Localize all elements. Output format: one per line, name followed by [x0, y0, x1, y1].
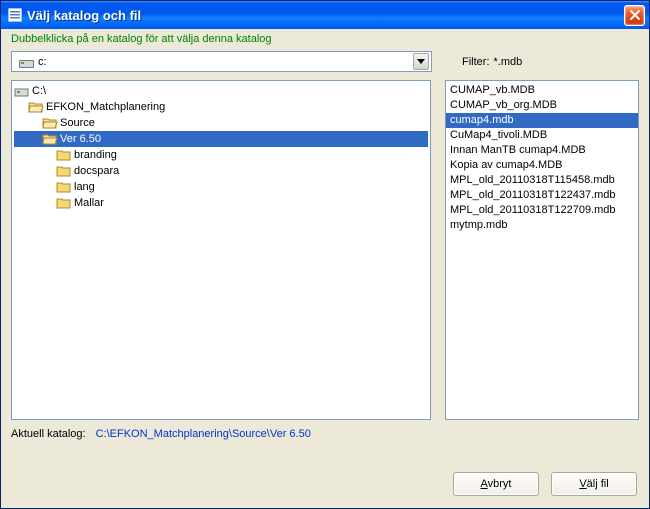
- current-path-value: C:\EFKON_Matchplanering\Source\Ver 6.50: [96, 428, 311, 440]
- drive-row: c: Filter: *.mdb: [11, 51, 639, 72]
- drive-label: c:: [38, 56, 47, 68]
- file-item[interactable]: Innan ManTB cumap4.MDB: [446, 143, 638, 158]
- tree-item[interactable]: branding: [14, 147, 428, 163]
- file-item[interactable]: MPL_old_20110318T122709.mdb: [446, 203, 638, 218]
- file-item[interactable]: mytmp.mdb: [446, 218, 638, 233]
- ok-button-label: Välj fil: [579, 478, 608, 490]
- folder-closed-icon: [56, 196, 72, 210]
- tree-item[interactable]: EFKON_Matchplanering: [14, 99, 428, 115]
- current-path-label: Aktuell katalog:: [11, 428, 86, 440]
- drive-select[interactable]: c:: [11, 51, 432, 72]
- file-list[interactable]: CUMAP_vb.MDBCUMAP_vb_org.MDBcumap4.mdbCu…: [445, 80, 639, 420]
- folder-closed-icon: [56, 180, 72, 194]
- file-item[interactable]: CuMap4_tivoli.MDB: [446, 128, 638, 143]
- file-item[interactable]: cumap4.mdb: [446, 113, 638, 128]
- filter-area: Filter: *.mdb: [462, 56, 522, 68]
- tree-item[interactable]: C:\: [14, 83, 428, 99]
- file-item[interactable]: CUMAP_vb_org.MDB: [446, 98, 638, 113]
- file-item[interactable]: MPL_old_20110318T115458.mdb: [446, 173, 638, 188]
- tree-item-label: EFKON_Matchplanering: [46, 99, 165, 115]
- drive-icon: [18, 56, 34, 68]
- chevron-down-icon: [417, 59, 425, 65]
- tree-item[interactable]: Mallar: [14, 195, 428, 211]
- app-icon: [7, 7, 23, 23]
- tree-item[interactable]: Ver 6.50: [14, 131, 428, 147]
- tree-item-label: Mallar: [74, 195, 104, 211]
- window-title: Välj katalog och fil: [27, 8, 624, 23]
- current-path-row: Aktuell katalog: C:\EFKON_Matchplanering…: [11, 420, 639, 452]
- file-item[interactable]: MPL_old_20110318T122437.mdb: [446, 188, 638, 203]
- cancel-button[interactable]: Avbryt: [453, 472, 539, 496]
- folder-tree[interactable]: C:\EFKON_MatchplaneringSourceVer 6.50bra…: [11, 80, 431, 420]
- folder-open-icon: [42, 116, 58, 130]
- tree-item[interactable]: docspara: [14, 163, 428, 179]
- client-area: Dubbelklicka på en katalog för att välja…: [1, 29, 649, 508]
- filter-value: *.mdb: [494, 56, 523, 68]
- folder-open-icon: [28, 100, 44, 114]
- tree-item-label: lang: [74, 179, 95, 195]
- close-button[interactable]: [624, 5, 645, 26]
- file-item[interactable]: Kopia av cumap4.MDB: [446, 158, 638, 173]
- tree-item[interactable]: lang: [14, 179, 428, 195]
- tree-item[interactable]: Source: [14, 115, 428, 131]
- panes: C:\EFKON_MatchplaneringSourceVer 6.50bra…: [11, 80, 639, 420]
- folder-closed-icon: [56, 148, 72, 162]
- tree-item-label: branding: [74, 147, 117, 163]
- drive-dropdown-button[interactable]: [413, 53, 429, 70]
- dialog-window: Välj katalog och fil Dubbelklicka på en …: [0, 0, 650, 509]
- ok-button[interactable]: Välj fil: [551, 472, 637, 496]
- hint-text: Dubbelklicka på en katalog för att välja…: [11, 29, 639, 51]
- tree-item-label: Ver 6.50: [60, 131, 101, 147]
- folder-open-icon: [42, 132, 58, 146]
- file-item[interactable]: CUMAP_vb.MDB: [446, 83, 638, 98]
- titlebar: Välj katalog och fil: [1, 1, 649, 29]
- drive-root-icon: [14, 84, 30, 98]
- tree-item-label: Source: [60, 115, 95, 131]
- drive-select-value: c:: [14, 56, 413, 68]
- cancel-button-label: Avbryt: [481, 478, 512, 490]
- tree-item-label: C:\: [32, 83, 46, 99]
- folder-closed-icon: [56, 164, 72, 178]
- button-row: Avbryt Välj fil: [11, 452, 639, 502]
- filter-label: Filter:: [462, 56, 490, 68]
- tree-item-label: docspara: [74, 163, 119, 179]
- close-icon: [629, 10, 641, 20]
